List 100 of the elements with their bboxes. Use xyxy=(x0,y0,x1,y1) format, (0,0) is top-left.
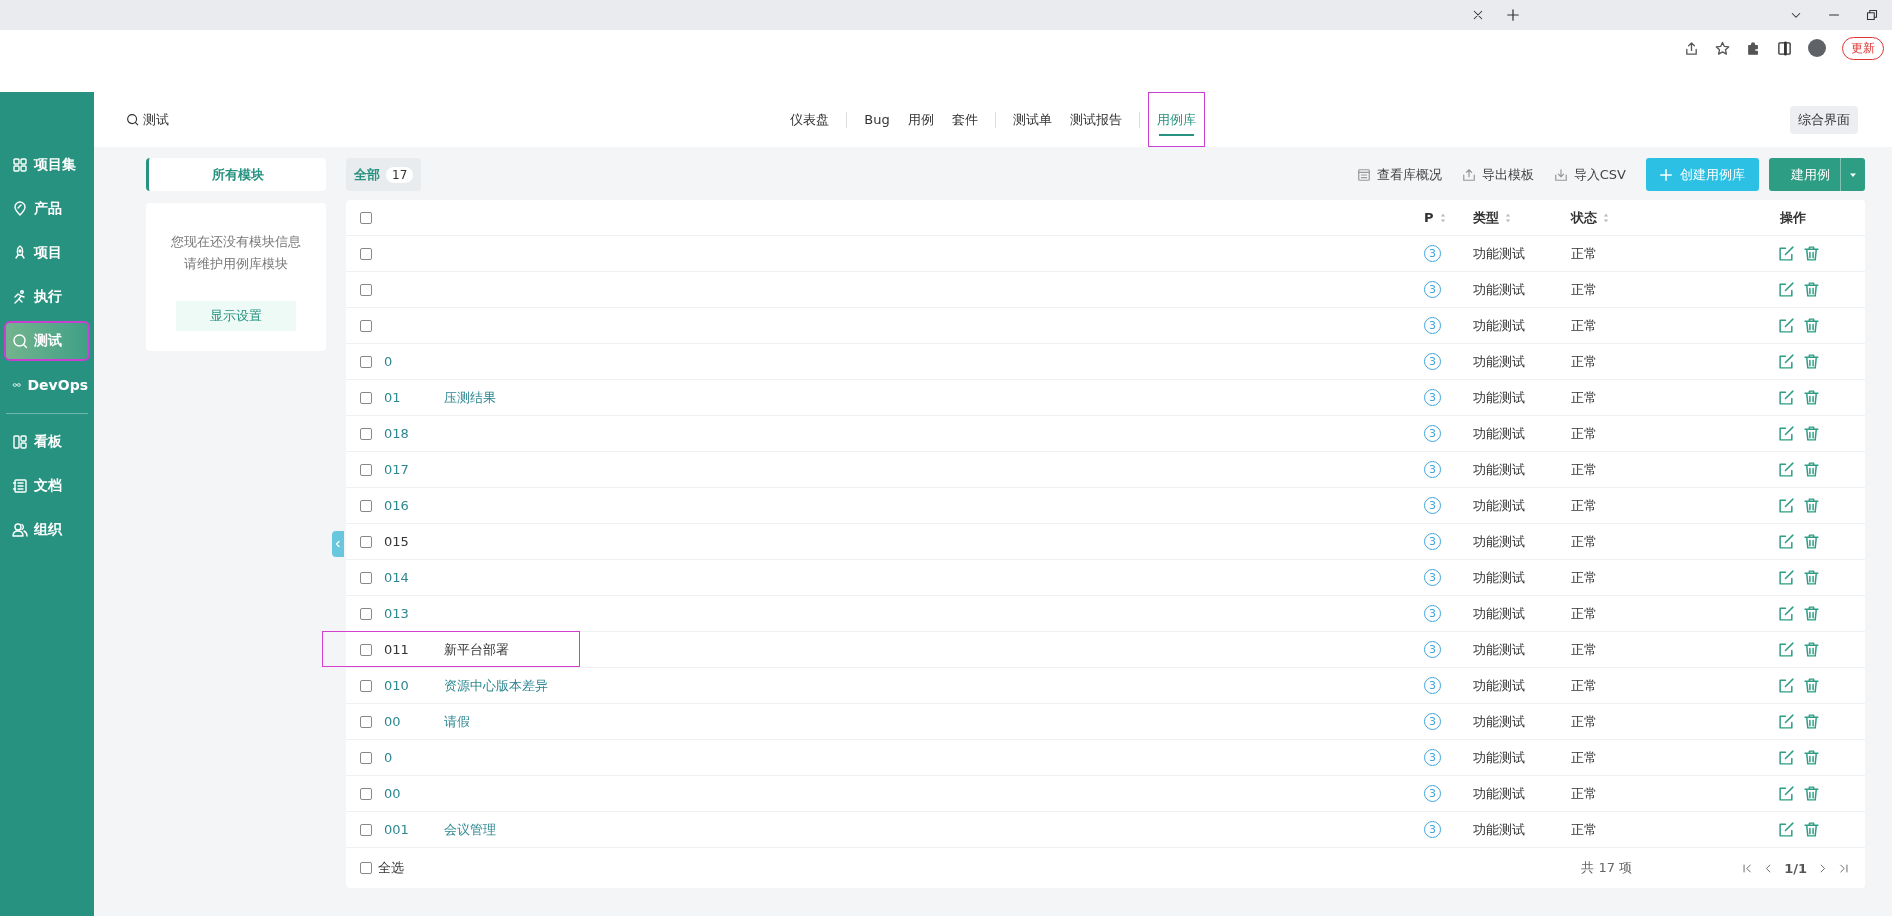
sidebar-item[interactable]: 测试 xyxy=(4,321,90,361)
sidebar-item[interactable]: 组织 xyxy=(4,510,90,550)
checkbox[interactable] xyxy=(360,823,372,836)
trash-icon xyxy=(1803,569,1820,586)
checkbox[interactable] xyxy=(360,715,372,728)
checkbox[interactable] xyxy=(360,535,372,548)
status-cell-text: 正常 xyxy=(1571,748,1598,767)
module-tab[interactable]: 所有模块 xyxy=(146,158,326,191)
edit-icon xyxy=(1778,641,1795,658)
case-title[interactable]: 资源中心版本差异 xyxy=(444,677,548,693)
empty-message: 您现在还没有模块信息 xyxy=(171,233,301,251)
trash-icon xyxy=(1803,749,1820,766)
nav-tab[interactable]: 用例库 xyxy=(1147,92,1205,147)
sidebar-item[interactable]: 看板 xyxy=(4,422,90,462)
edit-icon xyxy=(1778,461,1795,478)
restore-icon xyxy=(1866,9,1878,21)
sort-icon xyxy=(1601,212,1611,223)
column-header[interactable]: 状态 xyxy=(1571,208,1691,227)
type-cell-text: 功能测试 xyxy=(1473,748,1526,767)
toolbar-link[interactable]: 查看库概况 xyxy=(1356,165,1442,184)
checkbox[interactable] xyxy=(360,319,372,332)
status-cell-text: 正常 xyxy=(1571,568,1598,587)
collapse-handle[interactable] xyxy=(332,531,344,557)
nav-tab[interactable]: 测试报告 xyxy=(1060,92,1131,147)
checkbox[interactable] xyxy=(360,643,372,656)
page-indicator: 1/1 xyxy=(1784,860,1807,876)
type-cell-text: 功能测试 xyxy=(1473,820,1526,839)
checkbox[interactable] xyxy=(360,751,372,764)
case-title[interactable]: 请假 xyxy=(444,713,470,729)
sidebar-item[interactable]: DevOps xyxy=(4,365,90,405)
status-cell-text: 正常 xyxy=(1571,676,1598,695)
total-count: 共 17 项 xyxy=(1581,859,1633,877)
checkbox[interactable] xyxy=(360,247,372,260)
star-icon xyxy=(1715,40,1730,56)
checkbox[interactable] xyxy=(360,283,372,296)
puzzle-icon xyxy=(1746,40,1761,56)
toolbar-link[interactable]: 导出模板 xyxy=(1461,165,1534,184)
nav-tab[interactable]: 仪表盘 xyxy=(781,92,839,147)
trash-icon xyxy=(1803,605,1820,622)
type-cell-text: 功能测试 xyxy=(1473,244,1526,263)
case-title[interactable]: 压测结果 xyxy=(444,389,496,405)
sidebar-item[interactable]: 项目 xyxy=(4,233,90,273)
case-id: 001 xyxy=(384,822,409,837)
status-cell-text: 正常 xyxy=(1571,388,1598,407)
trash-icon xyxy=(1803,281,1820,298)
trash-icon xyxy=(1803,389,1820,406)
checkbox[interactable] xyxy=(360,607,372,620)
case-title[interactable]: 新平台部署 xyxy=(444,641,509,657)
case-id: 016 xyxy=(384,498,409,513)
checkbox[interactable] xyxy=(360,211,372,224)
upload-icon xyxy=(1461,167,1476,182)
edit-icon xyxy=(1778,677,1795,694)
case-id: 018 xyxy=(384,426,409,441)
search-field[interactable]: 测试 xyxy=(126,110,782,129)
case-id: 013 xyxy=(384,606,409,621)
trash-icon xyxy=(1803,533,1820,550)
profile-avatar[interactable] xyxy=(1808,39,1826,57)
checkbox[interactable] xyxy=(360,571,372,584)
view-switch-button[interactable]: 综合界面 xyxy=(1790,105,1858,134)
case-title[interactable]: 会议管理 xyxy=(444,821,496,837)
empty-message: 请维护用例库模块 xyxy=(184,255,288,273)
type-cell-text: 功能测试 xyxy=(1473,532,1526,551)
list-icon xyxy=(1356,167,1371,182)
column-header[interactable]: P xyxy=(1424,210,1473,225)
nav-tab[interactable]: 测试单 xyxy=(1003,92,1061,147)
filter-tab[interactable]: 全部 17 xyxy=(346,158,422,191)
checkbox[interactable] xyxy=(360,427,372,440)
plus-icon xyxy=(1660,168,1672,181)
checkbox[interactable] xyxy=(360,391,372,404)
create-case-button[interactable]: 建用例 xyxy=(1769,158,1865,191)
trash-icon xyxy=(1803,245,1820,262)
column-header[interactable]: 类型 xyxy=(1473,208,1571,227)
sidebar-item[interactable]: 产品 xyxy=(4,189,90,229)
checkbox[interactable] xyxy=(360,499,372,512)
checkbox[interactable] xyxy=(360,787,372,800)
toolbar-link[interactable]: 导入CSV xyxy=(1553,165,1626,184)
case-id: 0 xyxy=(384,354,393,369)
status-cell-text: 正常 xyxy=(1571,316,1598,335)
nav-tab[interactable]: 套件 xyxy=(942,92,987,147)
sidebar-item[interactable]: 文档 xyxy=(4,466,90,506)
checkbox[interactable] xyxy=(360,355,372,368)
checkbox[interactable] xyxy=(360,862,372,874)
type-cell-text: 功能测试 xyxy=(1473,604,1526,623)
type-cell-text: 功能测试 xyxy=(1473,316,1526,335)
close-icon xyxy=(1472,9,1484,21)
checkbox[interactable] xyxy=(360,463,372,476)
select-all-label[interactable]: 全选 xyxy=(378,859,404,877)
status-cell-text: 正常 xyxy=(1571,532,1598,551)
sidebar-item[interactable]: 项目集 xyxy=(4,145,90,185)
type-cell-text: 功能测试 xyxy=(1473,424,1526,443)
nav-tab[interactable]: Bug xyxy=(855,92,899,147)
trash-icon xyxy=(1803,317,1820,334)
edit-icon xyxy=(1778,749,1795,766)
checkbox[interactable] xyxy=(360,679,372,692)
settings-button[interactable]: 显示设置 xyxy=(176,301,296,331)
nav-tab[interactable]: 用例 xyxy=(898,92,943,147)
update-button[interactable]: 更新 xyxy=(1842,36,1884,60)
status-cell-text: 正常 xyxy=(1571,496,1598,515)
sidebar-item[interactable]: 执行 xyxy=(4,277,90,317)
type-cell-text: 功能测试 xyxy=(1473,784,1526,803)
